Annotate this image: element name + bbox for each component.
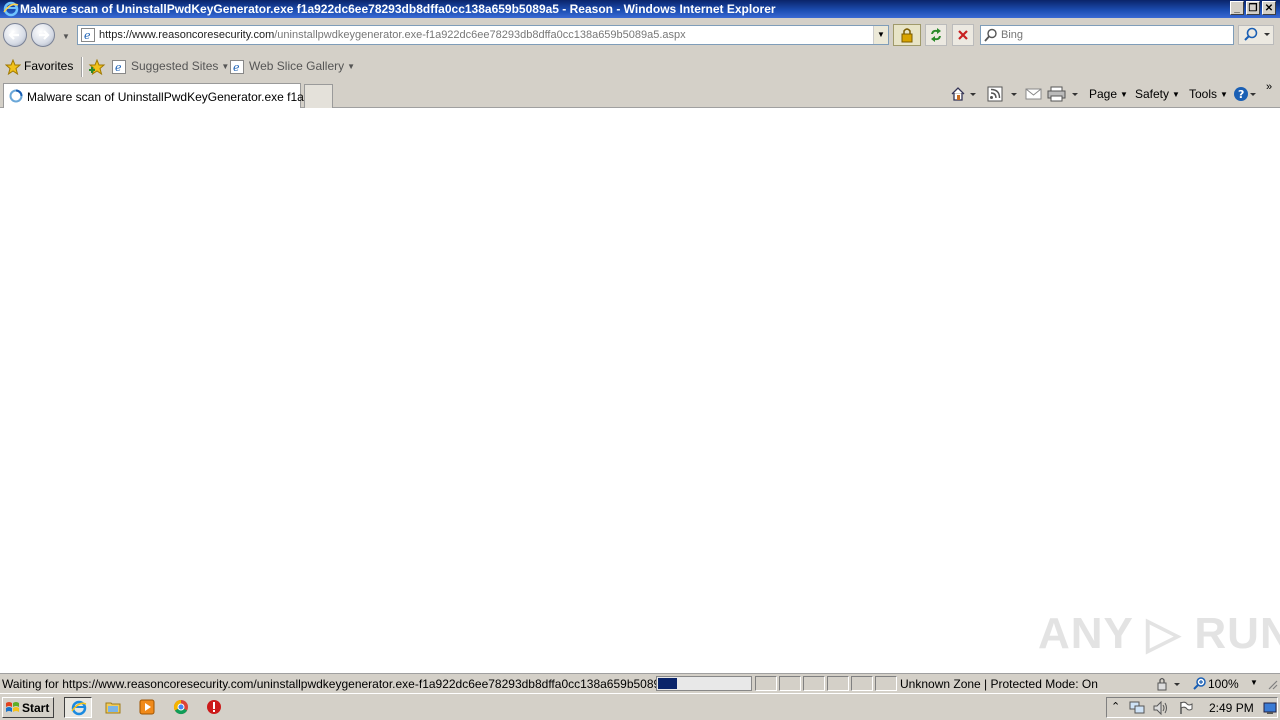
minimize-button[interactable]: _ — [1230, 1, 1244, 15]
status-panel — [803, 676, 825, 691]
taskbar-ie-button[interactable] — [64, 697, 92, 718]
taskbar-media-player-button[interactable] — [133, 697, 161, 718]
search-input[interactable] — [1001, 28, 1229, 42]
status-panel — [779, 676, 801, 691]
zoom-level[interactable]: 100% — [1208, 677, 1239, 691]
favorites-separator — [81, 57, 83, 77]
red-alert-icon — [207, 700, 221, 714]
start-label: Start — [22, 701, 50, 715]
stop-button[interactable] — [952, 24, 974, 46]
svg-text:e: e — [115, 61, 122, 74]
status-panel — [875, 676, 897, 691]
status-panel — [755, 676, 777, 691]
svg-text:e: e — [233, 61, 240, 74]
refresh-button[interactable] — [925, 24, 947, 46]
ie-logo-icon — [3, 1, 19, 17]
url-text: https://www.reasoncoresecurity.com/unins… — [99, 29, 686, 41]
status-text: Waiting for https://www.reasoncoresecuri… — [2, 677, 713, 691]
svg-text:?: ? — [1238, 88, 1244, 101]
add-to-favorites-bar-icon[interactable] — [88, 59, 106, 75]
page-ie-icon: e — [81, 28, 95, 42]
folder-icon — [105, 702, 121, 714]
suggested-sites-link[interactable]: Suggested Sites ▼ — [131, 59, 229, 73]
read-mail-icon[interactable] — [1025, 86, 1043, 102]
status-panel — [827, 676, 849, 691]
taskbar-chrome-button[interactable] — [167, 697, 195, 718]
clock[interactable]: 2:49 PM — [1209, 701, 1254, 715]
resize-grip-icon[interactable] — [1266, 678, 1278, 690]
status-panel — [851, 676, 873, 691]
volume-icon[interactable] — [1153, 701, 1169, 715]
show-hidden-icons-chevron-icon[interactable]: ⌃ — [1111, 700, 1120, 713]
search-icon — [984, 28, 997, 42]
tab-active[interactable]: Malware scan of UninstallPwdKeyGenerator… — [3, 83, 320, 108]
web-slice-gallery-link[interactable]: Web Slice Gallery ▼ — [249, 59, 355, 73]
loading-spinner-icon — [9, 89, 23, 103]
anyrun-watermark: ANY ▷ RUN — [1038, 609, 1280, 658]
zoom-icon[interactable] — [1192, 676, 1208, 692]
forward-arrow-icon — [39, 30, 50, 40]
chrome-icon — [173, 699, 188, 715]
page-content — [0, 108, 1280, 673]
new-tab-button[interactable] — [304, 84, 333, 108]
page-menu[interactable]: Page ▼ — [1089, 87, 1128, 101]
lock-icon — [901, 28, 913, 43]
forward-button[interactable] — [31, 23, 55, 47]
taskbar-explorer-button[interactable] — [99, 697, 127, 718]
favorites-button[interactable]: Favorites — [24, 59, 73, 73]
address-dropdown-icon[interactable]: ▼ — [873, 26, 888, 44]
web-slice-gallery-ie-icon: e — [230, 60, 244, 74]
windows-logo-icon — [6, 702, 19, 712]
security-zone-text[interactable]: Unknown Zone | Protected Mode: On — [900, 677, 1098, 691]
back-button[interactable] — [3, 23, 27, 47]
search-go-button[interactable] — [1238, 25, 1274, 45]
stop-x-icon — [958, 30, 968, 40]
loading-progress-bar — [656, 676, 752, 691]
zoom-dropdown-icon[interactable]: ▼ — [1250, 678, 1258, 687]
svg-text:e: e — [84, 29, 91, 42]
favorites-bar: Favorites e Suggested Sites ▼ e Web Slice… — [0, 54, 1280, 80]
feeds-icon[interactable] — [987, 86, 1021, 102]
search-go-icon — [1244, 27, 1270, 41]
taskbar: Start ⌃ 2:49 PM — [0, 693, 1280, 720]
refresh-icon — [931, 28, 941, 42]
tab-label: Malware scan of UninstallPwdKeyGenerator… — [27, 90, 321, 104]
network-icon[interactable] — [1129, 701, 1145, 715]
address-bar[interactable]: e https://www.reasoncoresecurity.com/uni… — [77, 25, 889, 45]
start-button[interactable]: Start — [2, 697, 54, 718]
security-lock-button[interactable] — [893, 24, 921, 46]
media-player-icon — [139, 699, 155, 715]
ie-icon — [71, 700, 87, 716]
protected-mode-settings-icon[interactable] — [1152, 676, 1186, 692]
progress-fill — [658, 678, 677, 689]
title-bar[interactable]: Malware scan of UninstallPwdKeyGenerator… — [0, 0, 1280, 18]
window-title: Malware scan of UninstallPwdKeyGenerator… — [20, 2, 776, 16]
safety-menu[interactable]: Safety ▼ — [1135, 87, 1180, 101]
address-toolbar: ▼ e https://www.reasoncoresecurity.com/u… — [0, 18, 1280, 54]
status-bar: Waiting for https://www.reasoncoresecuri… — [0, 673, 1280, 693]
tools-menu[interactable]: Tools ▼ — [1189, 87, 1228, 101]
back-arrow-icon — [8, 30, 19, 40]
taskbar-security-app-button[interactable] — [200, 697, 228, 718]
tab-row: Malware scan of UninstallPwdKeyGenerator… — [0, 80, 1280, 108]
help-icon[interactable]: ? — [1233, 86, 1259, 102]
search-box[interactable] — [980, 25, 1234, 45]
close-button[interactable]: ✕ — [1262, 1, 1276, 15]
favorites-star-icon — [5, 59, 21, 75]
home-icon[interactable] — [950, 86, 976, 102]
show-desktop-icon[interactable] — [1263, 701, 1277, 715]
system-tray: ⌃ 2:49 PM — [1106, 697, 1278, 718]
print-icon[interactable] — [1047, 86, 1083, 102]
restore-button[interactable]: ❐ — [1246, 1, 1260, 15]
action-center-flag-icon[interactable] — [1179, 701, 1193, 715]
suggested-sites-ie-icon: e — [112, 60, 126, 74]
recent-pages-dropdown-icon[interactable]: ▼ — [62, 32, 70, 41]
more-commands-chevron-icon[interactable]: » — [1266, 81, 1272, 93]
